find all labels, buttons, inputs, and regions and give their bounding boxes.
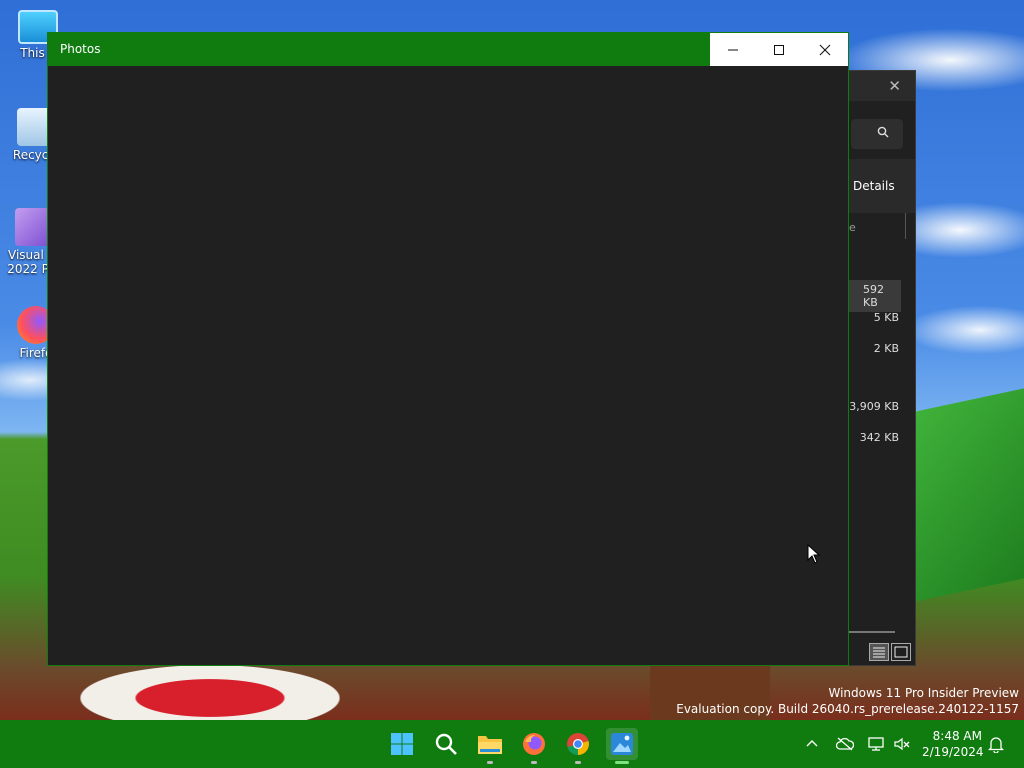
watermark-line-2: Evaluation copy. Build 26040.rs_prerelea…	[676, 702, 1019, 716]
running-indicator	[575, 761, 581, 764]
volume-button[interactable]	[893, 720, 911, 768]
minimize-icon	[728, 49, 738, 50]
file-size[interactable]: 2 KB	[874, 342, 899, 355]
clock-button[interactable]: 8:48 AM 2/19/2024	[922, 728, 984, 760]
taskbar-search-button[interactable]	[430, 728, 462, 760]
minimize-button[interactable]	[710, 33, 756, 66]
file-explorer-icon	[478, 736, 502, 754]
details-view-button[interactable]	[869, 643, 889, 661]
column-divider	[905, 213, 906, 239]
running-indicator	[487, 761, 493, 764]
cloud-offline-icon	[836, 737, 854, 751]
wallpaper-green-block	[915, 388, 1024, 602]
taskbar-photos[interactable]	[606, 728, 638, 764]
window-title: Photos	[60, 42, 101, 56]
caption-buttons	[710, 33, 848, 66]
maximize-button[interactable]	[756, 33, 802, 66]
file-size[interactable]: 592 KB	[849, 280, 901, 312]
details-button[interactable]: Details	[853, 179, 895, 193]
file-size[interactable]: 342 KB	[860, 431, 899, 444]
photos-icon	[611, 733, 633, 755]
file-size[interactable]: 5 KB	[874, 311, 899, 324]
clock-date: 2/19/2024	[922, 745, 984, 759]
photos-window[interactable]: Photos	[47, 32, 849, 666]
file-size[interactable]: 3,909 KB	[849, 400, 899, 413]
show-hidden-icons-button[interactable]	[804, 720, 820, 768]
search-icon	[435, 733, 457, 755]
large-icons-view-button[interactable]	[891, 643, 911, 661]
explorer-titlebar	[849, 71, 915, 101]
start-icon	[391, 733, 413, 755]
mouse-cursor-icon	[807, 544, 821, 564]
wallpaper-mascot	[80, 665, 340, 720]
bell-icon	[988, 737, 1004, 753]
clock-time: 8:48 AM	[932, 729, 982, 743]
close-button[interactable]	[802, 33, 848, 66]
volume-muted-icon	[894, 737, 910, 751]
chevron-up-icon	[806, 740, 818, 747]
active-indicator	[615, 761, 629, 764]
maximize-icon	[774, 44, 784, 55]
taskbar-file-explorer[interactable]	[474, 728, 506, 764]
file-explorer-window[interactable]: ✕ Details e 592 KB 5 KB 2 KB 3,909 KB 34…	[848, 70, 916, 666]
horizontal-scrollbar[interactable]	[849, 631, 895, 633]
start-button[interactable]	[386, 728, 418, 760]
running-indicator	[531, 761, 537, 764]
evaluation-watermark: Windows 11 Pro Insider Preview Evaluatio…	[676, 685, 1019, 717]
network-button[interactable]	[867, 720, 885, 768]
notifications-button[interactable]	[988, 720, 1004, 768]
onedrive-button[interactable]	[836, 720, 854, 768]
search-icon[interactable]	[877, 126, 889, 142]
column-header-fragment[interactable]: e	[849, 221, 856, 234]
firefox-icon	[523, 733, 545, 755]
taskbar-chrome[interactable]	[562, 728, 594, 764]
watermark-line-1: Windows 11 Pro Insider Preview	[828, 686, 1019, 700]
taskbar-firefox[interactable]	[518, 728, 550, 764]
chrome-icon	[567, 733, 589, 755]
taskbar: 8:48 AM 2/19/2024	[0, 720, 1024, 768]
close-icon	[819, 44, 831, 55]
network-icon	[868, 737, 884, 751]
close-icon[interactable]: ✕	[888, 77, 901, 95]
